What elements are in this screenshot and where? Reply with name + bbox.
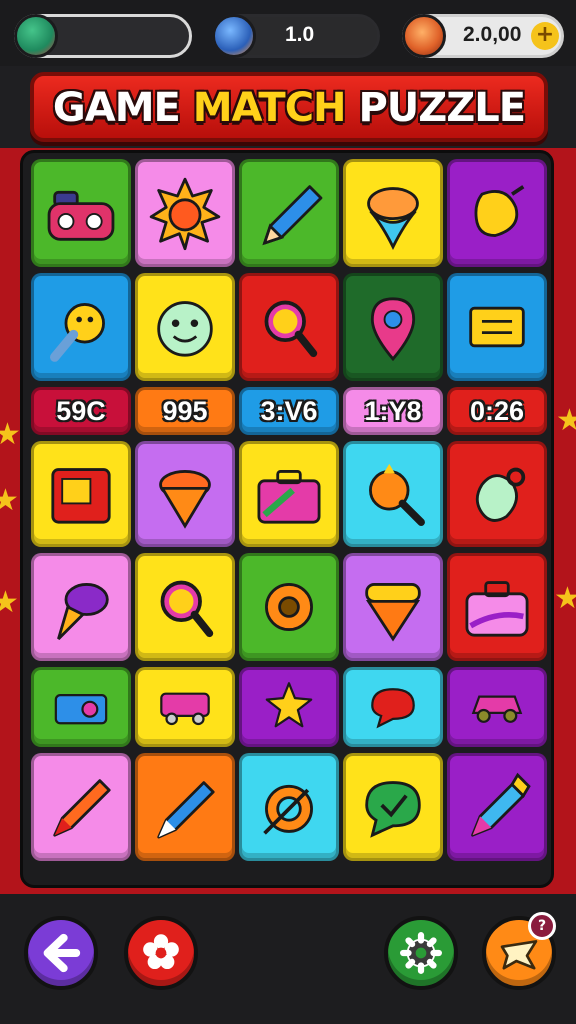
progress-pill[interactable]	[14, 14, 192, 58]
tile-check-bubble[interactable]	[343, 753, 443, 861]
tile-star[interactable]	[239, 667, 339, 747]
rocket-crayon-icon	[471, 772, 531, 837]
briefcase-icon	[257, 470, 321, 524]
tile-bell-bomb[interactable]	[447, 441, 547, 547]
game-board: 59C 995 3:V6 1:Y8 0:26	[20, 150, 554, 888]
magnifier-icon	[160, 580, 214, 638]
gamepad-icon	[47, 190, 115, 241]
game-title: GAME MATCH PUZZLE	[34, 76, 544, 140]
speech-bubble-icon	[371, 688, 415, 729]
pencil-icon	[262, 185, 323, 246]
side-star-icon: ★	[0, 483, 19, 518]
side-star-icon: ★	[0, 585, 19, 620]
back-button[interactable]	[24, 916, 98, 990]
notification-badge: ?	[528, 912, 556, 940]
cannonball-icon	[49, 303, 105, 362]
level-value: 1.0	[285, 23, 315, 46]
target-icon	[263, 784, 313, 835]
tile-car[interactable]	[447, 667, 547, 747]
tile-shield-top[interactable]	[343, 553, 443, 661]
smiley-ball-icon	[157, 301, 213, 357]
tile-camera[interactable]	[31, 667, 131, 747]
score-tile[interactable]: 59C	[31, 387, 131, 435]
score-tile[interactable]: 995	[135, 387, 235, 435]
level-pill[interactable]: 1.0	[212, 14, 380, 58]
tile-truck[interactable]	[135, 667, 235, 747]
balloon-icon	[474, 185, 525, 237]
settings-button[interactable]	[384, 916, 458, 990]
check-bubble-icon	[365, 781, 421, 838]
coins-pill[interactable]: 2.0,00 +	[402, 14, 564, 58]
back-arrow-icon	[43, 933, 81, 973]
title-word-match: MATCH	[192, 85, 347, 131]
tile-ice-cream[interactable]	[31, 553, 131, 661]
flower-button[interactable]	[124, 916, 198, 990]
suitcase-icon	[465, 581, 529, 637]
tile-briefcase[interactable]	[239, 441, 339, 547]
spinning-top-icon	[367, 187, 419, 250]
star-icon	[265, 682, 313, 728]
tile-grid: 59C 995 3:V6 1:Y8 0:26	[31, 159, 547, 861]
avatar-icon	[14, 14, 58, 58]
bell-bomb-icon	[475, 467, 526, 522]
score-tile[interactable]: 0:26	[447, 387, 547, 435]
tile-gear-sun[interactable]	[239, 553, 339, 661]
title-word-game: GAME	[52, 85, 193, 131]
top-hud: 1.0 2.0,00 +	[0, 0, 576, 66]
tile-sun-wand[interactable]	[343, 441, 443, 547]
side-star-icon: ★	[556, 403, 576, 438]
top-gem-icon	[159, 470, 211, 529]
tile-pen[interactable]	[135, 753, 235, 861]
gear-sun-icon	[265, 583, 313, 631]
gear-icon	[400, 932, 442, 974]
ice-cream-icon	[57, 583, 109, 640]
tile-suitcase[interactable]	[447, 553, 547, 661]
flower-icon	[143, 934, 179, 970]
sign-icon	[469, 306, 525, 348]
shield-top-icon	[365, 583, 421, 642]
side-star-icon: ★	[0, 417, 21, 452]
tile-sign[interactable]	[447, 273, 547, 381]
tile-crayon[interactable]	[31, 753, 131, 861]
tile-magnifier[interactable]	[239, 273, 339, 381]
share-button[interactable]: ?	[482, 912, 556, 990]
tile-smiley-ball[interactable]	[135, 273, 235, 381]
add-coins-button[interactable]: +	[531, 22, 559, 50]
camera-icon	[54, 694, 108, 725]
sun-icon	[149, 177, 221, 251]
score-tile[interactable]: 1:Y8	[343, 387, 443, 435]
puzzle-box-icon	[51, 468, 111, 524]
bottom-bar: ?	[0, 894, 576, 1024]
title-word-puzzle: PUZZLE	[345, 85, 526, 131]
tile-gamepad[interactable]	[31, 159, 131, 267]
tile-target[interactable]	[239, 753, 339, 861]
tile-sun[interactable]	[135, 159, 235, 267]
score-tile[interactable]: 3:V6	[239, 387, 339, 435]
tile-top-gem[interactable]	[135, 441, 235, 547]
tile-magnifier[interactable]	[135, 553, 235, 661]
magnifier-icon	[264, 300, 318, 358]
tile-rocket-crayon[interactable]	[447, 753, 547, 861]
coins-value: 2.0,00	[463, 23, 522, 46]
location-pin-icon	[370, 297, 416, 362]
truck-icon	[160, 692, 210, 726]
side-star-icon: ★	[554, 581, 576, 616]
car-icon	[471, 695, 523, 723]
tile-balloon[interactable]	[447, 159, 547, 267]
tile-cannonball[interactable]	[31, 273, 131, 381]
tile-puzzle-box[interactable]	[31, 441, 131, 547]
tile-location-pin[interactable]	[343, 273, 443, 381]
sun-wand-icon	[369, 463, 425, 526]
tile-pencil[interactable]	[239, 159, 339, 267]
coin-bag-icon	[402, 14, 446, 58]
tile-speech-bubble[interactable]	[343, 667, 443, 747]
title-banner: GAME MATCH PUZZLE	[30, 72, 548, 142]
pen-icon	[157, 781, 215, 839]
tile-spinning-top[interactable]	[343, 159, 443, 267]
level-globe-icon	[212, 14, 256, 58]
crayon-icon	[53, 779, 111, 837]
